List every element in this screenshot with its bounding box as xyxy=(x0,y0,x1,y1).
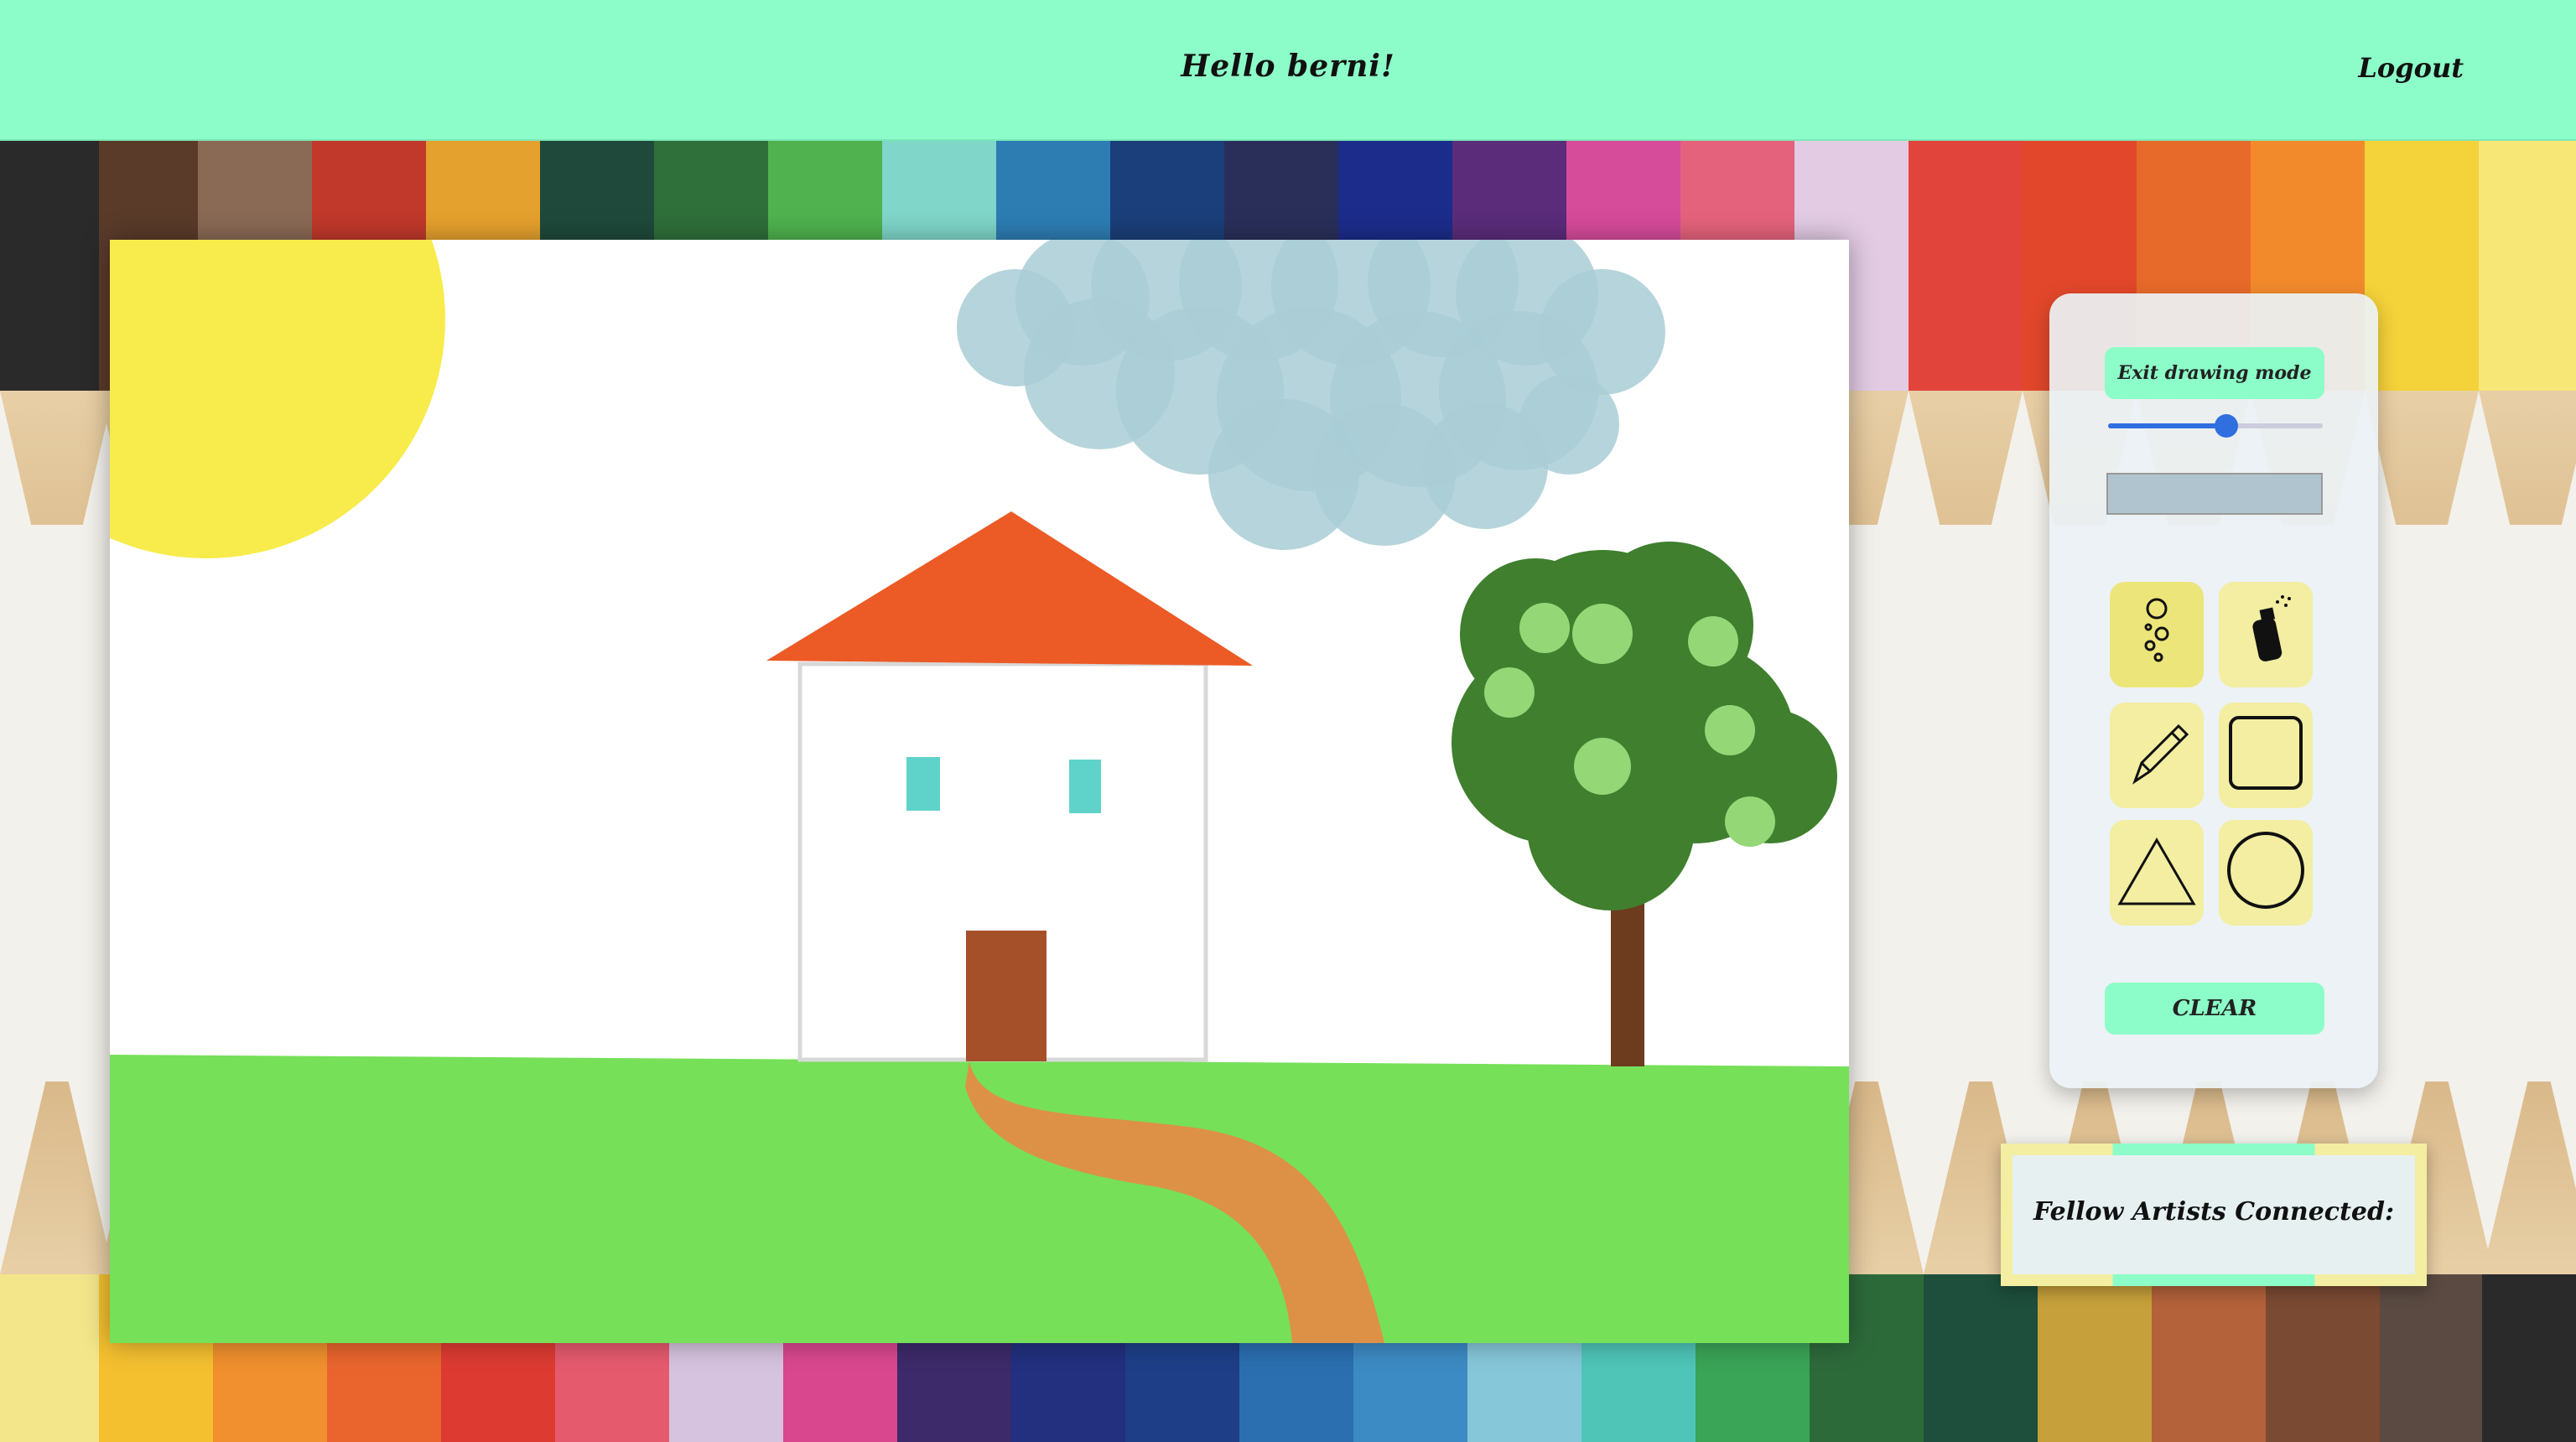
connected-artists-label: Fellow Artists Connected: xyxy=(2033,1197,2395,1227)
triangle-tool-button[interactable] xyxy=(2110,820,2204,926)
slider-handle[interactable] xyxy=(2214,414,2238,438)
spray-tool-button[interactable] xyxy=(2219,582,2313,687)
bubble-brush-tool-button[interactable] xyxy=(2110,582,2204,687)
greeting-text: Hello berni! xyxy=(1181,49,1395,84)
header-bar: Hello berni! Logout xyxy=(0,0,2576,141)
connected-artists-panel: Fellow Artists Connected: xyxy=(2001,1144,2427,1286)
slider-fill xyxy=(2108,423,2226,428)
bubbles-icon xyxy=(2144,598,2169,662)
brush-size-slider[interactable] xyxy=(2108,414,2323,438)
color-picker[interactable] xyxy=(2106,473,2323,515)
circle-icon xyxy=(2227,832,2304,909)
spray-can-icon xyxy=(2252,595,2291,661)
drawing-toolbar: Exit drawing mode CLEAR xyxy=(2049,293,2378,1088)
exit-drawing-mode-button[interactable]: Exit drawing mode xyxy=(2105,347,2324,399)
triangle-icon xyxy=(2117,838,2196,905)
clear-button[interactable]: CLEAR xyxy=(2105,983,2324,1035)
square-tool-button[interactable] xyxy=(2219,703,2313,808)
sun-shape xyxy=(110,240,445,558)
cloud-shape xyxy=(957,240,1665,550)
house-shape xyxy=(766,511,1253,1062)
canvas-drawing xyxy=(110,240,1849,1343)
drawing-canvas[interactable] xyxy=(110,240,1849,1343)
tree-shape xyxy=(1452,542,1837,1066)
logout-link[interactable]: Logout xyxy=(2358,52,2464,84)
circle-tool-button[interactable] xyxy=(2219,820,2313,926)
pencil-icon xyxy=(2132,724,2189,785)
square-icon xyxy=(2229,716,2303,790)
pencil-tool-button[interactable] xyxy=(2110,703,2204,808)
